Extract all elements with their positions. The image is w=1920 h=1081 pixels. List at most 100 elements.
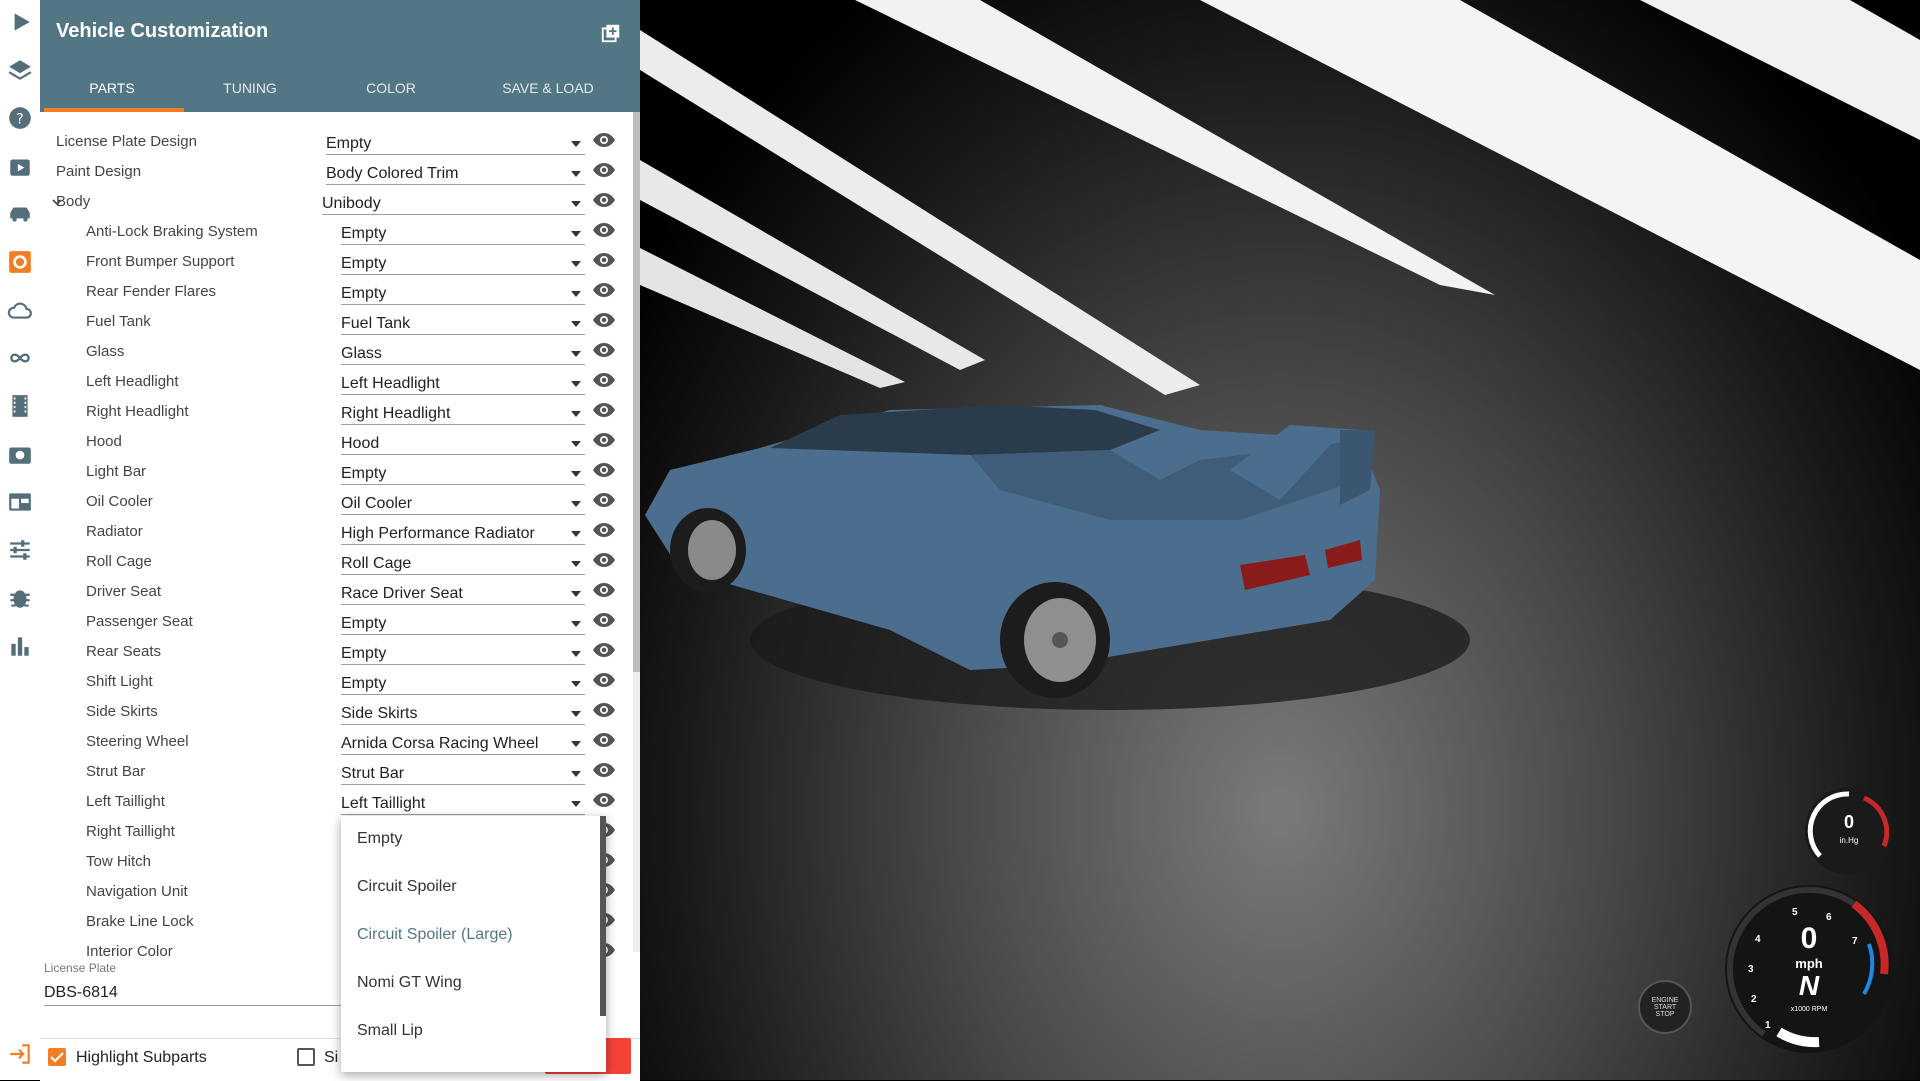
loop-icon[interactable]	[6, 344, 34, 372]
part-selected-value: High Performance Radiator	[341, 525, 535, 542]
visibility-eye-icon[interactable]	[592, 192, 616, 208]
dropdown-option[interactable]: Empty	[357, 830, 402, 848]
dropdown-option[interactable]: Small Lip	[357, 1022, 423, 1040]
part-row: Side Skirts Side Skirts	[40, 696, 630, 726]
engine-start-stop-button[interactable]: ENGINE START STOP	[1638, 980, 1692, 1034]
license-plate-input[interactable]	[44, 981, 344, 1006]
part-label: Roll Cage	[86, 553, 152, 570]
part-select[interactable]: Empty	[341, 220, 585, 245]
sliders-icon[interactable]	[6, 536, 34, 564]
visibility-eye-icon[interactable]	[592, 552, 616, 568]
play-icon[interactable]	[6, 8, 34, 36]
visibility-eye-glyph	[593, 283, 615, 297]
dropdown-option[interactable]: Circuit Spoiler	[357, 878, 457, 896]
visibility-eye-icon[interactable]	[592, 492, 616, 508]
part-select[interactable]: Left Taillight	[341, 790, 585, 815]
part-select[interactable]: Race Driver Seat	[341, 580, 585, 605]
part-select[interactable]: High Performance Radiator	[341, 520, 585, 545]
dropdown-arrow-icon	[571, 231, 581, 237]
visibility-eye-icon[interactable]	[592, 732, 616, 748]
simple-mode-checkbox[interactable]	[297, 1048, 315, 1066]
part-select[interactable]: Roll Cage	[341, 550, 585, 575]
film-icon[interactable]	[6, 392, 34, 420]
part-select[interactable]: Empty	[341, 280, 585, 305]
parts-scrollbar[interactable]	[633, 112, 640, 952]
part-label: Radiator	[86, 523, 143, 540]
part-select[interactable]: Unibody	[322, 190, 585, 215]
tab-parts[interactable]: PARTS	[44, 80, 180, 96]
dropdown-option[interactable]: Circuit Spoiler (Large)	[357, 926, 513, 944]
visibility-eye-icon[interactable]	[592, 582, 616, 598]
part-select[interactable]: Side Skirts	[341, 700, 585, 725]
visibility-eye-icon[interactable]	[592, 522, 616, 538]
vehicle-config-icon[interactable]	[6, 248, 34, 276]
vehicle-icon-glyph	[10, 207, 30, 222]
visibility-eye-icon[interactable]	[592, 672, 616, 688]
part-select[interactable]: Empty	[326, 130, 585, 155]
visibility-eye-glyph	[593, 373, 615, 387]
part-select[interactable]: Right Headlight	[341, 400, 585, 425]
part-options-dropdown[interactable]: Empty Circuit Spoiler Circuit Spoiler (Lar…	[341, 816, 606, 1072]
window-icon[interactable]	[6, 488, 34, 516]
visibility-eye-icon[interactable]	[592, 162, 616, 178]
visibility-eye-icon[interactable]	[592, 462, 616, 478]
part-select[interactable]: Empty	[341, 610, 585, 635]
tab-save-load[interactable]: SAVE & LOAD	[473, 80, 623, 96]
part-selected-value: Empty	[341, 225, 387, 242]
part-row: Right Headlight Right Headlight	[40, 396, 630, 426]
part-select[interactable]: Empty	[341, 250, 585, 275]
visibility-eye-icon[interactable]	[592, 762, 616, 778]
bug-icon[interactable]	[6, 584, 34, 612]
part-select[interactable]: Body Colored Trim	[326, 160, 585, 185]
part-select[interactable]: Empty	[341, 670, 585, 695]
part-selected-value: Empty	[341, 675, 387, 692]
visibility-eye-icon[interactable]	[592, 372, 616, 388]
visibility-eye-icon[interactable]	[592, 432, 616, 448]
part-select[interactable]: Arnida Corsa Racing Wheel	[341, 730, 585, 755]
check-icon	[50, 1052, 64, 1063]
camera-icon[interactable]	[6, 440, 34, 468]
scrollbar-thumb[interactable]	[633, 112, 640, 672]
visibility-eye-icon[interactable]	[592, 702, 616, 718]
visibility-eye-icon[interactable]	[592, 252, 616, 268]
part-select[interactable]: Oil Cooler	[341, 490, 585, 515]
dropdown-scrollbar[interactable]	[600, 816, 606, 1016]
vehicle-icon[interactable]	[6, 200, 34, 228]
scenario-icon[interactable]	[6, 152, 34, 180]
part-select[interactable]: Glass	[341, 340, 585, 365]
part-select[interactable]: Empty	[341, 460, 585, 485]
visibility-eye-icon[interactable]	[592, 282, 616, 298]
part-select[interactable]: Hood	[341, 430, 585, 455]
tab-tuning[interactable]: TUNING	[182, 80, 318, 96]
visibility-eye-glyph	[593, 193, 615, 207]
visibility-eye-icon[interactable]	[592, 642, 616, 658]
add-window-icon[interactable]	[600, 22, 622, 44]
part-selected-value: Empty	[341, 255, 387, 272]
loop-icon-glyph	[10, 353, 30, 363]
tab-color[interactable]: COLOR	[323, 80, 459, 96]
visibility-eye-icon[interactable]	[592, 132, 616, 148]
layers-icon[interactable]	[6, 56, 34, 84]
visibility-eye-icon[interactable]	[592, 402, 616, 418]
part-select[interactable]: Empty	[341, 640, 585, 665]
rpm-unit: x1000 RPM	[1790, 1006, 1828, 1013]
part-label: Glass	[86, 343, 125, 360]
part-select[interactable]: Fuel Tank	[341, 310, 585, 335]
visibility-eye-icon[interactable]	[592, 312, 616, 328]
boost-value: 0	[1843, 812, 1854, 832]
part-select[interactable]: Strut Bar	[341, 760, 585, 785]
dropdown-option[interactable]: Nomi GT Wing	[357, 974, 462, 992]
visibility-eye-icon[interactable]	[592, 222, 616, 238]
visibility-eye-icon[interactable]	[592, 342, 616, 358]
part-selected-value: Race Driver Seat	[341, 585, 463, 602]
exit-icon[interactable]	[6, 1040, 34, 1068]
cloud-icon[interactable]	[6, 296, 34, 324]
highlight-subparts-checkbox[interactable]	[48, 1048, 66, 1066]
part-select[interactable]: Left Headlight	[341, 370, 585, 395]
visibility-eye-icon[interactable]	[592, 792, 616, 808]
stats-icon[interactable]	[6, 632, 34, 660]
part-row: Driver Seat Race Driver Seat	[40, 576, 630, 606]
help-icon[interactable]: ?	[6, 104, 34, 132]
part-row: Light Bar Empty	[40, 456, 630, 486]
visibility-eye-icon[interactable]	[592, 612, 616, 628]
